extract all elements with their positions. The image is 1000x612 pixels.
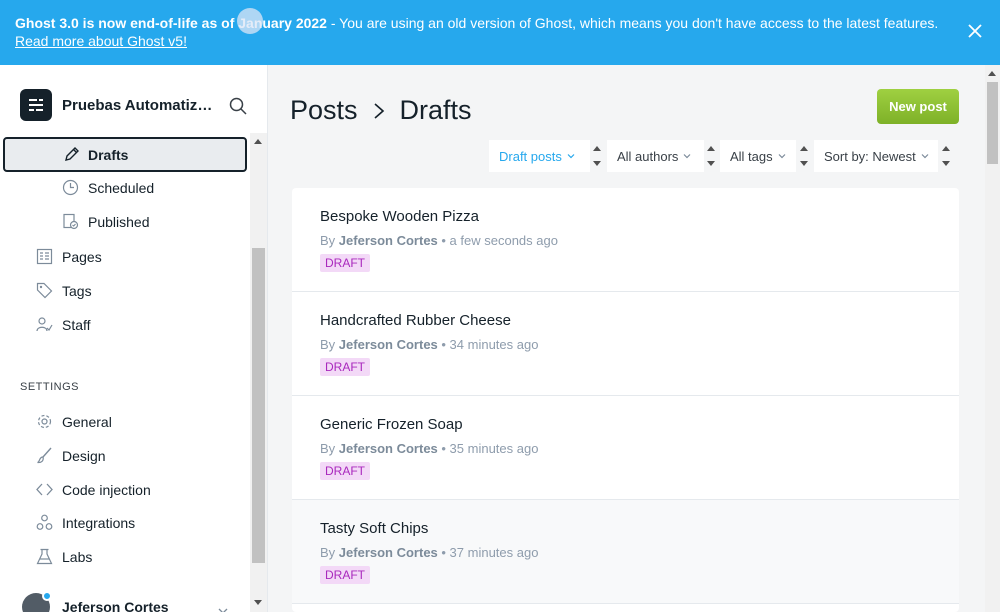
user-name: Jeferson Cortes [62,599,169,612]
site-logo-icon [20,89,52,121]
sidebar-item-code-injection[interactable]: Code injection [36,481,151,498]
scroll-up-arrow[interactable] [254,139,262,144]
notification-dot [42,591,52,601]
chevron-down-icon [567,154,575,159]
sidebar-item-drafts[interactable]: Drafts [3,137,247,172]
chevron-down-icon[interactable] [217,605,229,612]
sidebar-item-label: Scheduled [88,179,155,196]
clock-icon [62,179,79,196]
post-meta: By Jeferson Cortes • a few seconds ago [320,233,558,248]
sidebar-item-scheduled[interactable]: Scheduled [62,179,154,196]
update-banner: Ghost 3.0 is now end-of-life as of Janua… [0,0,1000,65]
filter-stepper[interactable] [704,140,718,172]
sidebar-item-design[interactable]: Design [36,447,106,464]
post-title: Tasty Soft Chips [320,520,429,537]
sidebar-item-label: General [62,413,112,430]
filter-label: Draft posts [499,148,562,164]
status-badge: DRAFT [320,462,370,480]
banner-title: Ghost 3.0 is now end-of-life as of Janua… [15,15,327,31]
sidebar-item-label: Pages [62,248,102,265]
filter-stepper[interactable] [939,140,953,172]
breadcrumb-parent[interactable]: Posts [290,95,358,126]
page-title: Drafts [399,95,472,125]
post-title: Generic Frozen Soap [320,416,463,433]
sidebar-item-published[interactable]: Published [62,213,150,230]
sidebar-item-staff[interactable]: Staff [36,316,91,333]
chevron-down-icon [921,154,929,159]
status-badge: DRAFT [320,254,370,272]
integrations-icon [36,514,53,530]
tag-icon [36,282,53,299]
flask-icon [36,548,53,565]
filter-stepper[interactable] [797,140,811,172]
gear-icon [37,414,52,429]
scroll-down-arrow[interactable] [254,600,262,605]
post-author: Jeferson Cortes [338,545,438,560]
cursor-indicator [237,8,263,34]
post-title: Bespoke Wooden Pizza [320,208,479,225]
code-icon [36,483,53,496]
staff-icon [36,317,53,332]
user-menu[interactable]: Jeferson Cortes [22,591,169,612]
main-content: Posts Drafts New post Draft posts All au… [268,65,985,612]
list-item[interactable]: Handcrafted Rubber Cheese By Jeferson Co… [292,292,959,396]
filter-stepper[interactable] [590,140,604,172]
sidebar-item-label: Labs [62,548,93,565]
banner-text: - You are using an old version of Ghost,… [326,15,939,31]
avatar [22,591,52,612]
sidebar-item-label: Tags [62,282,92,299]
filter-label: All tags [730,148,773,164]
new-post-button[interactable]: New post [877,89,959,124]
filter-label: Sort by: Newest [824,148,916,164]
pages-icon [36,248,53,265]
site-name: Pruebas Automatizadas [62,96,214,114]
status-badge: DRAFT [320,566,370,584]
sidebar-item-integrations[interactable]: Integrations [36,514,135,531]
post-meta: By Jeferson Cortes • 34 minutes ago [320,337,539,352]
scroll-up-arrow[interactable] [988,71,996,76]
tag-filter[interactable]: All tags [720,140,796,172]
chevron-right-icon [374,102,384,119]
close-icon[interactable] [968,24,982,38]
page-scrollbar-thumb[interactable] [987,82,998,164]
sidebar-scrollbar-thumb[interactable] [252,248,265,563]
banner-link[interactable]: Read more about Ghost v5! [15,33,187,49]
post-author: Jeferson Cortes [338,441,438,456]
post-meta: By Jeferson Cortes • 35 minutes ago [320,441,539,456]
chevron-down-icon [778,154,786,159]
filter-label: All authors [617,148,679,164]
sidebar: Pruebas Automatizadas Drafts Scheduled P… [0,65,268,612]
published-icon [63,213,79,230]
sidebar-item-tags[interactable]: Tags [36,282,92,299]
list-item[interactable]: Tasty Soft Chips By Jeferson Cortes • 37… [292,500,959,604]
author-filter[interactable]: All authors [607,140,704,172]
sidebar-item-general[interactable]: General [36,413,112,430]
settings-section-label: SETTINGS [20,381,80,393]
status-badge: DRAFT [320,358,370,376]
list-item[interactable]: Bespoke Wooden Pizza By Jeferson Cortes … [292,188,959,292]
post-title: Handcrafted Rubber Cheese [320,312,511,329]
chevron-down-icon [683,154,691,159]
breadcrumb: Posts Drafts [290,95,472,126]
post-author: Jeferson Cortes [338,233,438,248]
sidebar-item-label: Integrations [62,514,136,531]
sidebar-item-labs[interactable]: Labs [36,548,92,565]
list-item[interactable]: Generic Frozen Soap By Jeferson Cortes •… [292,396,959,500]
post-list: Bespoke Wooden Pizza By Jeferson Cortes … [292,188,959,612]
sidebar-item-label: Drafts [88,146,129,163]
brush-icon [37,447,52,464]
site-brand[interactable]: Pruebas Automatizadas [20,89,214,121]
sidebar-item-label: Published [88,213,150,230]
sort-filter[interactable]: Sort by: Newest [814,140,938,172]
pencil-icon [65,147,79,161]
post-author: Jeferson Cortes [338,337,438,352]
sidebar-item-label: Staff [62,316,91,333]
post-type-filter[interactable]: Draft posts [489,140,590,172]
search-icon[interactable] [229,97,247,115]
post-meta: By Jeferson Cortes • 37 minutes ago [320,545,539,560]
sidebar-item-label: Design [62,447,106,464]
sidebar-item-label: Code injection [62,481,151,498]
sidebar-item-pages[interactable]: Pages [36,248,102,265]
